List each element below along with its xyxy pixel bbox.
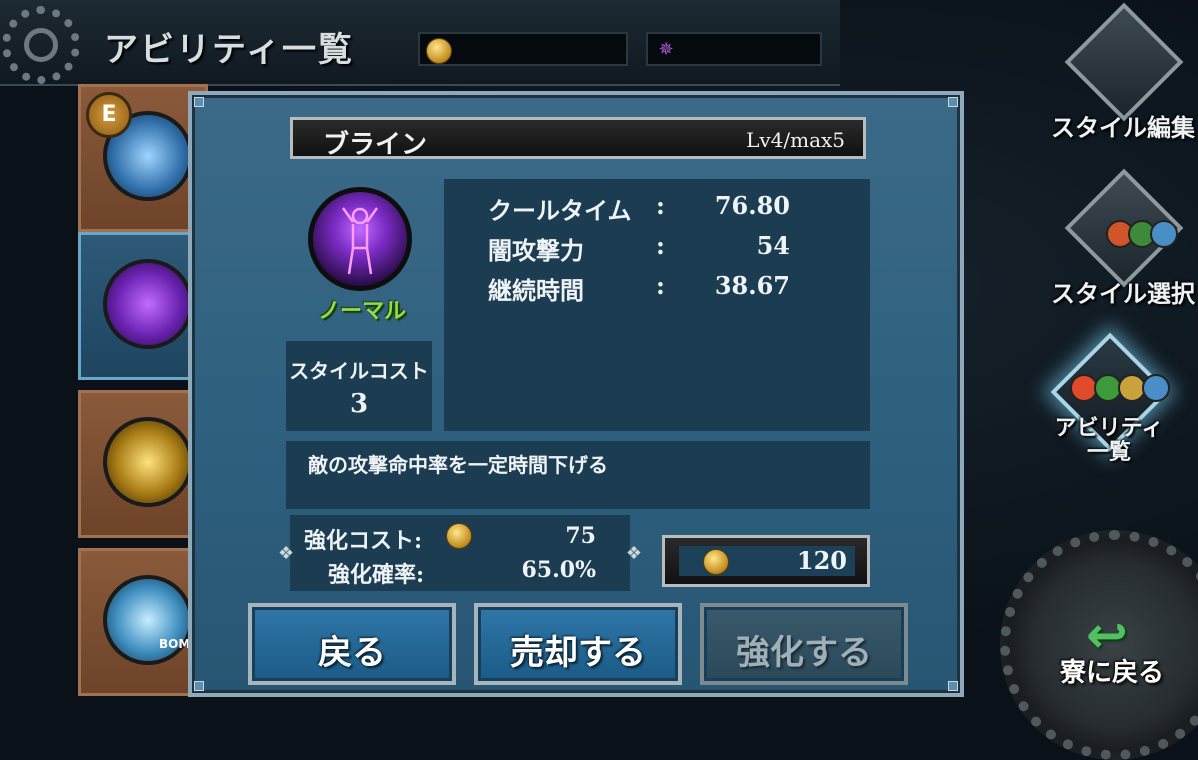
ability-name-plate: ブライン Lv4/max5 [290, 117, 866, 160]
nav-style-select[interactable]: スタイル選択 [1048, 168, 1195, 316]
owned-gold-value: 120 [796, 546, 847, 575]
nav-style-edit-label: スタイル編集 [1051, 113, 1195, 142]
stats-panel: クールタイム : 76.80 闇攻撃力 : 54 継続時間 : 38.67 [444, 179, 870, 431]
style-cost-label: スタイルコスト [289, 359, 429, 383]
style-cost-value: 3 [349, 389, 369, 419]
nav-style-select-label: スタイル選択 [1051, 279, 1195, 308]
ability-level: Lv4/max5 [746, 128, 845, 152]
nav-style-edit[interactable]: スタイル編集 [1048, 2, 1195, 150]
header-bar: アビリティ一覧 ✵ [0, 0, 840, 86]
upgrade-button-label: 強化する [736, 633, 872, 673]
right-ornament-icon: ❖ [625, 543, 642, 564]
nav-ability-list[interactable]: アビリティ 一覧 [1034, 332, 1174, 480]
sell-button[interactable]: 売却する [474, 603, 682, 685]
gold-coin-icon [703, 549, 729, 575]
page-title: アビリティ一覧 [104, 30, 354, 70]
gem-icon: ✵ [658, 39, 674, 60]
ability-figure-gold-icon [103, 417, 193, 507]
upgrade-cost-label: 強化コスト: [304, 528, 423, 554]
ability-swatch-icon [1142, 374, 1170, 402]
nav-ability-list-label-line2: 一覧 [1086, 439, 1131, 465]
figure-silhouette-icon [341, 207, 379, 275]
sell-button-label: 売却する [510, 633, 646, 673]
upgrade-button[interactable]: 強化する [700, 603, 908, 685]
stat-row: 継続時間 : 38.67 [444, 271, 870, 307]
stat-separator: : [656, 271, 665, 300]
gold-coin-icon [426, 38, 452, 64]
ability-splash-icon: BOM [103, 575, 193, 665]
stat-name: 闇攻撃力 [488, 236, 584, 265]
return-to-dorm-label[interactable]: 寮に戻る [1060, 652, 1164, 689]
rarity-label: ノーマル [317, 298, 406, 324]
upgrade-rate-value: 65.0% [521, 557, 597, 583]
left-ornament-icon: ❖ [278, 543, 295, 564]
upgrade-cost-value: 75 [565, 523, 596, 549]
ability-figure-purple-icon [308, 187, 412, 291]
stat-value: 76.80 [714, 191, 790, 220]
corner-ornament [194, 681, 204, 691]
style-edit-icon [1064, 2, 1184, 122]
ability-description: 敵の攻撃命中率を一定時間下げる [308, 453, 608, 477]
corner-ornament [948, 97, 958, 107]
style-swatch-icon [1150, 220, 1178, 248]
owned-gold-inner: 120 [679, 546, 855, 576]
e-badge-icon: E [86, 92, 132, 138]
nav-ability-list-label-line1: アビリティ [1054, 415, 1164, 441]
nav-ability-list-label: アビリティ 一覧 [1034, 416, 1184, 464]
bom-label: BOM [159, 637, 191, 651]
upgrade-rate-label: 強化確率: [328, 562, 425, 588]
corner-ornament [194, 97, 204, 107]
description-box: 敵の攻撃命中率を一定時間下げる [286, 441, 870, 509]
corner-ornament [948, 681, 958, 691]
upgrade-info-box: ❖ ❖ 強化コスト: 75 強化確率: 65.0% [278, 515, 642, 591]
stat-value: 38.67 [714, 271, 790, 300]
stat-name: クールタイム [488, 196, 632, 225]
stat-separator: : [656, 231, 665, 260]
gold-coin-icon [446, 523, 472, 549]
stat-value: 54 [756, 231, 790, 260]
back-button[interactable]: 戻る [248, 603, 456, 685]
style-cost-box: スタイルコスト 3 [286, 341, 432, 431]
back-button-label: 戻る [318, 633, 386, 673]
ability-detail-dialog: ブライン Lv4/max5 ノーマル スタイルコスト 3 クールタイム : 76… [188, 91, 964, 697]
stat-separator: : [656, 191, 665, 220]
ability-name: ブライン [323, 130, 428, 160]
stat-row: 闇攻撃力 : 54 [444, 231, 870, 267]
owned-gold-box: 120 [662, 535, 870, 587]
stat-name: 継続時間 [488, 276, 584, 305]
gear-icon [2, 6, 80, 84]
ability-figure-purple-icon [103, 259, 193, 349]
stat-row: クールタイム : 76.80 [444, 191, 870, 227]
gold-currency-display [418, 32, 628, 66]
gem-currency-display: ✵ [646, 32, 822, 66]
